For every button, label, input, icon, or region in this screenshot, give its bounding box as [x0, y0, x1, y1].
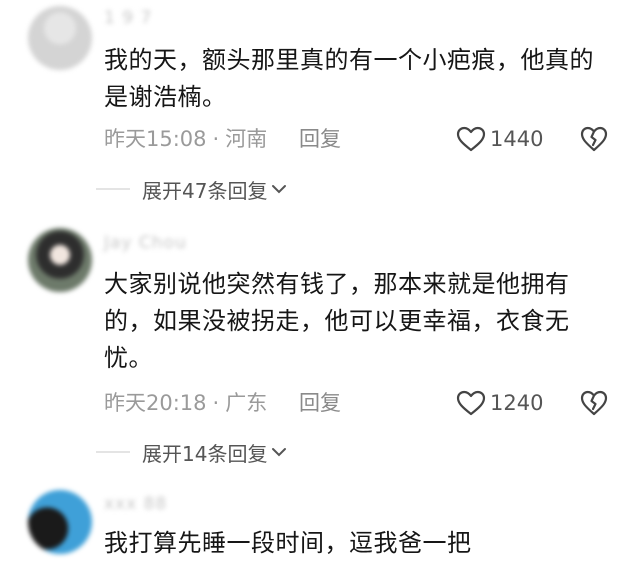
expand-divider [96, 188, 130, 190]
comment-text-line: 的，如果没被拐走，他可以更幸福，衣食无 [104, 307, 570, 335]
like-count: 1440 [490, 127, 544, 151]
comment-meta: 昨天20:18 · 广东 [104, 388, 267, 418]
comment-location: 河南 [225, 127, 268, 151]
expand-replies-button[interactable]: 展开47条回复 [96, 174, 287, 204]
like-count: 1240 [490, 391, 544, 415]
meta-separator: · [212, 391, 220, 415]
comment-text: 我打算先睡一段时间，逗我爸一把 [104, 525, 624, 562]
expand-replies-label: 展开47条回复 [142, 178, 268, 203]
dislike-button[interactable] [580, 388, 608, 418]
comment-username[interactable]: 1 9 7 [104, 8, 152, 28]
expand-divider [96, 451, 130, 453]
comment-location: 广东 [225, 391, 268, 415]
chevron-down-icon [272, 185, 287, 194]
comment-meta: 昨天15:08 · 河南 [104, 124, 267, 154]
comment-text-line: 我的天，额头那里真的有一个小疤痕，他真的 [104, 46, 594, 74]
reply-button[interactable]: 回复 [299, 388, 341, 418]
comment-time: 昨天15:08 [104, 127, 207, 151]
comment-text-line: 大家别说他突然有钱了，那本来就是他拥有 [104, 270, 570, 298]
comment-text: 我的天，额头那里真的有一个小疤痕，他真的 是谢浩楠。 [104, 42, 624, 116]
comment-text-line: 忧。 [104, 344, 153, 372]
comment-username[interactable]: Jay Chou [104, 233, 187, 253]
dislike-button[interactable] [580, 124, 608, 154]
avatar[interactable] [28, 6, 92, 70]
heart-outline-icon [456, 390, 486, 416]
avatar[interactable] [28, 490, 92, 554]
chevron-down-icon [272, 448, 287, 457]
broken-heart-icon [580, 390, 608, 416]
comment-text: 大家别说他突然有钱了，那本来就是他拥有 的，如果没被拐走，他可以更幸福，衣食无 … [104, 266, 624, 377]
comment-text-line: 我打算先睡一段时间，逗我爸一把 [104, 529, 472, 557]
meta-separator: · [212, 127, 220, 151]
broken-heart-icon [580, 126, 608, 152]
comment-time: 昨天20:18 [104, 391, 207, 415]
heart-outline-icon [456, 126, 486, 152]
expand-replies-button[interactable]: 展开14条回复 [96, 437, 287, 467]
expand-replies-label: 展开14条回复 [142, 441, 268, 466]
reply-button[interactable]: 回复 [299, 124, 341, 154]
comment-username[interactable]: xxx 88 [104, 494, 167, 514]
like-button[interactable]: 1440 [456, 124, 543, 154]
like-button[interactable]: 1240 [456, 388, 543, 418]
avatar[interactable] [28, 228, 92, 292]
comment-text-line: 是谢浩楠。 [104, 83, 227, 111]
